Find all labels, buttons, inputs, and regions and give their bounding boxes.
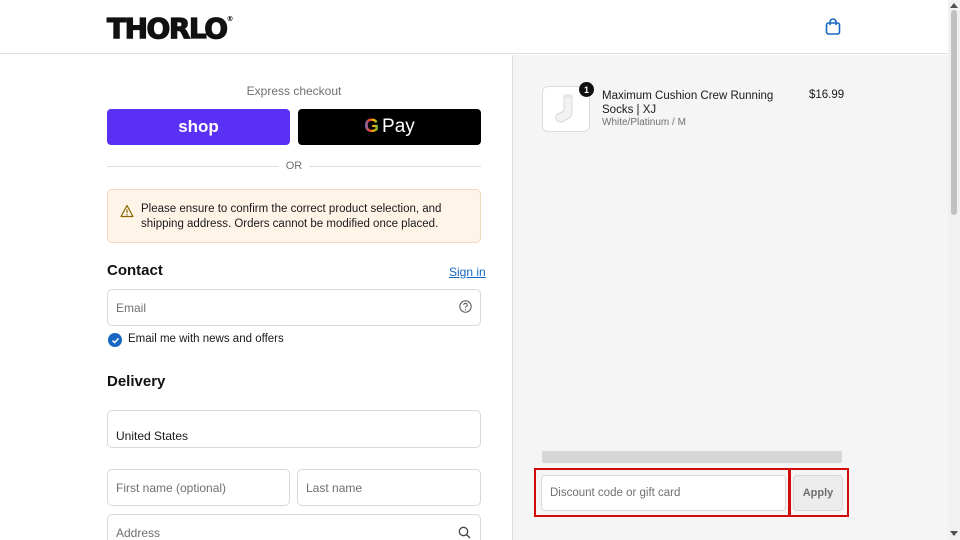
sign-in-link[interactable]: Sign in — [449, 265, 486, 279]
order-notice-banner: Please ensure to confirm the correct pro… — [107, 189, 481, 243]
express-checkout-label: Express checkout — [246, 84, 342, 98]
scroll-up-arrow-icon[interactable] — [950, 2, 958, 8]
country-select[interactable]: United States — [107, 410, 481, 448]
address-placeholder: Address — [116, 526, 161, 540]
newsletter-checkbox[interactable] — [108, 333, 122, 347]
last-name-field[interactable]: Last name — [297, 469, 481, 506]
help-circle-icon[interactable] — [459, 300, 472, 313]
registered-mark: ® — [226, 15, 234, 23]
discount-code-input[interactable]: Discount code or gift card — [541, 475, 786, 511]
first-name-field[interactable]: First name (optional) — [107, 469, 290, 506]
shopping-bag-icon[interactable] — [823, 17, 843, 37]
newsletter-label: Email me with news and offers — [128, 333, 284, 345]
site-header: THORLO® — [0, 0, 948, 54]
address-field[interactable]: Address — [107, 514, 481, 540]
loading-placeholder-bar — [542, 451, 842, 463]
scroll-down-arrow-icon[interactable] — [950, 531, 958, 537]
discount-placeholder: Discount code or gift card — [550, 487, 681, 499]
delivery-heading: Delivery — [107, 373, 166, 390]
google-g-icon: G — [364, 116, 380, 137]
warning-icon — [120, 204, 134, 218]
product-variant: White/Platinum / M — [602, 117, 686, 128]
email-field[interactable]: Email — [107, 289, 481, 326]
shop-pay-button[interactable]: shop — [107, 109, 290, 145]
google-pay-label: Pay — [382, 116, 415, 137]
scrollbar-thumb[interactable] — [951, 10, 957, 215]
logo-text: THORLO — [106, 11, 228, 45]
thorlo-logo[interactable]: THORLO® — [106, 11, 234, 45]
product-price: $16.99 — [809, 89, 845, 101]
last-name-placeholder: Last name — [306, 481, 363, 495]
shop-pay-label: shop — [178, 117, 219, 136]
apply-discount-button[interactable]: Apply — [793, 475, 843, 511]
email-placeholder: Email — [116, 301, 147, 315]
search-icon — [458, 526, 471, 539]
contact-heading: Contact — [107, 262, 163, 279]
quantity-badge: 1 — [579, 82, 594, 97]
notice-text: Please ensure to confirm the correct pro… — [141, 203, 442, 230]
first-name-placeholder: First name (optional) — [116, 481, 227, 495]
or-divider-label: OR — [279, 160, 309, 172]
product-name: Maximum Cushion Crew Running Socks | XJ — [602, 90, 774, 116]
country-value: United States — [116, 429, 189, 443]
google-pay-button[interactable]: G Pay — [298, 109, 481, 145]
checkmark-icon — [111, 337, 119, 344]
